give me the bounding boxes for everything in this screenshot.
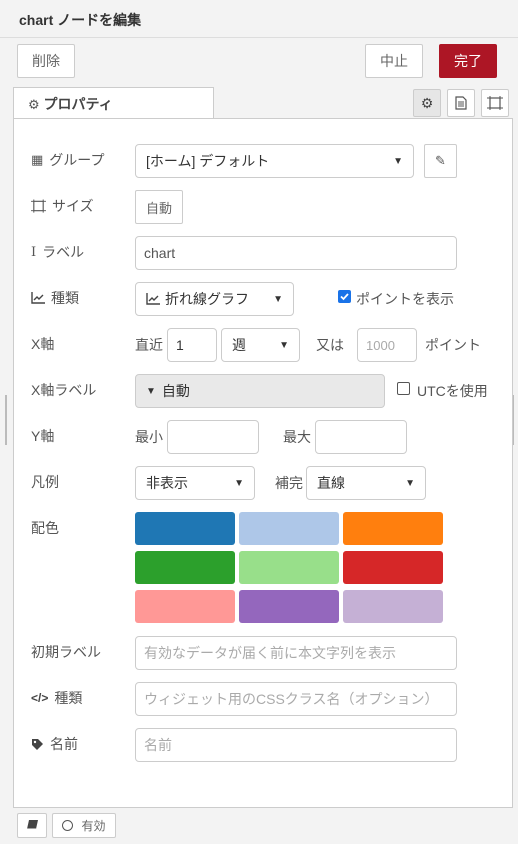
label-label: I ラベル (31, 244, 85, 260)
legend-select[interactable]: 非表示 ▼ (135, 466, 255, 500)
group-select[interactable]: [ホーム] デフォルト ▼ (135, 144, 414, 178)
enabled-toggle[interactable]: 有効 (52, 813, 116, 838)
xaxis-unit-select[interactable]: 週 ▼ (221, 328, 300, 362)
utc-checkbox[interactable] (397, 382, 410, 395)
xaxis-points-input[interactable]: 1000 (357, 328, 417, 362)
done-button[interactable]: 完了 (439, 44, 497, 78)
interpolation-select[interactable]: 直線 ▼ (306, 466, 426, 500)
table-icon: ▦ (31, 152, 44, 167)
xaxis-points-label: ポイント (425, 337, 481, 353)
pencil-icon: ✎ (435, 153, 446, 168)
colors-label: 配色 (31, 520, 59, 536)
yaxis-max-input[interactable] (315, 420, 407, 454)
circle-icon (62, 820, 74, 831)
chevron-down-icon: ▼ (393, 155, 403, 167)
initial-label-label: 初期ラベル (31, 644, 101, 660)
line-chart-icon (31, 292, 45, 304)
edit-group-button[interactable]: ✎ (424, 144, 457, 178)
frame-icon (31, 199, 46, 213)
color-swatch[interactable] (135, 551, 235, 584)
size-button[interactable]: 自動 (135, 190, 183, 224)
tab-properties-label: プロパティ (43, 96, 113, 112)
text-cursor-icon: I (31, 244, 37, 260)
docs-button[interactable] (17, 813, 47, 838)
xaxis-count-input[interactable]: 1 (167, 328, 217, 362)
caret-down-icon: ▼ (146, 385, 156, 397)
css-class-input[interactable]: ウィジェット用のCSSクラス名（オプション） (135, 682, 457, 716)
appearance-tab-button[interactable] (481, 89, 509, 117)
cancel-button[interactable]: 中止 (365, 44, 423, 78)
label-input[interactable]: chart (135, 236, 457, 270)
xaxis-format-label: X軸ラベル (31, 382, 97, 398)
initial-label-input[interactable]: 有効なデータが届く前に本文字列を表示 (135, 636, 457, 670)
size-label: サイズ (31, 196, 94, 216)
color-swatch[interactable] (343, 512, 443, 545)
color-swatch[interactable] (343, 551, 443, 584)
code-icon: </> (31, 691, 49, 705)
xaxis-or-label: 又は (316, 337, 344, 353)
line-chart-icon (146, 293, 160, 305)
chevron-down-icon: ▼ (234, 477, 244, 489)
xaxis-recent-label: 直近 (135, 337, 163, 353)
color-swatch[interactable] (343, 590, 443, 623)
color-swatch[interactable] (135, 512, 235, 545)
tab-properties[interactable]: ⚙ プロパティ (13, 87, 214, 119)
yaxis-max-label: 最大 (283, 429, 311, 445)
legend-label: 凡例 (31, 474, 59, 490)
gear-icon: ⚙ (28, 97, 40, 112)
type-label: 種類 (31, 288, 79, 308)
color-swatch[interactable] (239, 590, 339, 623)
chart-type-select[interactable]: 折れ線グラフ ▼ (135, 282, 294, 316)
yaxis-min-input[interactable] (167, 420, 259, 454)
check-icon (340, 293, 349, 301)
chevron-down-icon: ▼ (273, 293, 283, 305)
interpolation-label: 補完 (275, 475, 303, 491)
show-points-checkbox[interactable] (338, 290, 351, 303)
color-swatch[interactable] (239, 512, 339, 545)
name-input[interactable]: 名前 (135, 728, 457, 762)
utc-label: UTCを使用 (417, 383, 488, 399)
show-points-label: ポイントを表示 (356, 291, 454, 307)
group-label: ▦ グループ (31, 152, 105, 168)
color-swatch[interactable] (239, 551, 339, 584)
yaxis-min-label: 最小 (135, 429, 163, 445)
xaxis-label: X軸 (31, 336, 55, 352)
left-resize-handle[interactable] (5, 395, 7, 445)
css-class-label: </> 種類 (31, 690, 83, 706)
delete-button[interactable]: 削除 (17, 44, 75, 78)
settings-tab-button[interactable]: ⚙ (413, 89, 441, 117)
chevron-down-icon: ▼ (405, 477, 415, 489)
dialog-title: chart ノードを編集 (0, 0, 518, 38)
yaxis-label: Y軸 (31, 428, 55, 444)
frame-icon (487, 96, 503, 110)
book-icon (27, 820, 38, 830)
tag-icon (32, 738, 43, 750)
color-swatch[interactable] (135, 590, 235, 623)
xaxis-format-select[interactable]: ▼ 自動 (135, 374, 385, 408)
chevron-down-icon: ▼ (279, 339, 289, 351)
document-icon (455, 96, 467, 110)
description-tab-button[interactable] (447, 89, 475, 117)
name-label: 名前 (31, 734, 78, 754)
gear-icon: ⚙ (420, 94, 434, 111)
